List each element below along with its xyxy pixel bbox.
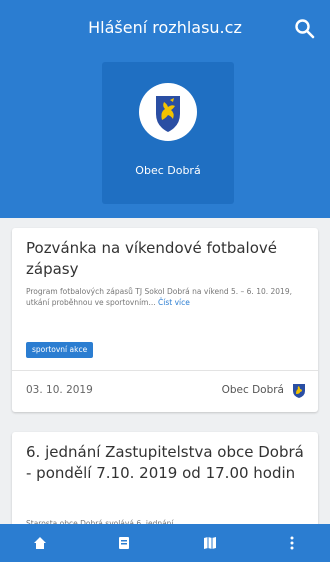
municipality-tile[interactable]: Obec Dobrá [102,62,234,204]
news-card[interactable]: Pozvánka na víkendové fotbalové zápasy P… [12,228,318,412]
more-icon [290,536,294,550]
news-date: 03. 10. 2019 [26,384,93,396]
bottom-navigation [0,524,330,562]
nav-news[interactable] [102,524,146,562]
map-icon [204,537,216,549]
news-description: Program fotbalových zápasů TJ Sokol Dobr… [26,287,292,307]
municipality-name: Obec Dobrá [135,164,201,177]
search-button[interactable] [292,16,318,42]
nav-more[interactable] [270,524,314,562]
news-title: Pozvánka na víkendové fotbalové zápasy [26,239,277,278]
news-icon [119,537,129,549]
category-tag[interactable]: sportovní akce [26,342,94,358]
nav-map[interactable] [188,524,232,562]
app-title: Hlášení rozhlasu.cz [88,18,242,37]
card-divider [12,370,318,371]
news-title: 6. jednání Zastupitelstva obce Dobrá - p… [26,443,304,482]
home-icon [34,537,46,549]
app-header: Hlášení rozhlasu.cz Obec Dobrá [0,0,330,218]
read-more-link[interactable]: Číst více [158,298,190,307]
news-source: Obec Dobrá [221,384,284,396]
nav-home[interactable] [18,524,62,562]
municipality-emblem [138,82,198,142]
search-icon [295,19,315,39]
crest-icon [293,384,305,398]
